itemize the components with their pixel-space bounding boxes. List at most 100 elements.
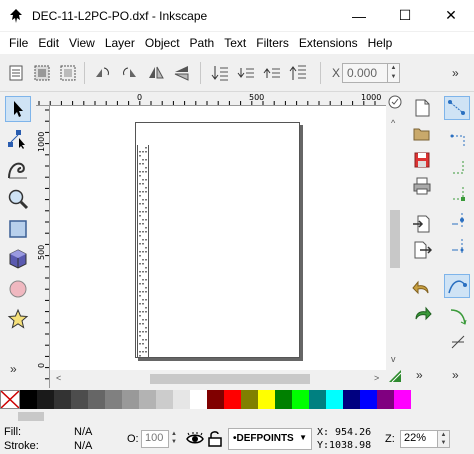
current-layer-dropdown[interactable]: •DEFPOINTS ▼ (228, 428, 312, 450)
color-swatch[interactable] (37, 390, 54, 409)
lower-icon[interactable] (236, 63, 256, 83)
color-swatch[interactable] (71, 390, 88, 409)
no-paint-swatch[interactable] (0, 390, 20, 409)
snap-toggle-button[interactable] (444, 96, 470, 120)
unlocked-padlock-icon[interactable] (208, 430, 222, 447)
color-swatch[interactable] (139, 390, 156, 409)
opacity-input[interactable]: 100 (141, 430, 169, 448)
color-swatch[interactable] (88, 390, 105, 409)
menu-extensions[interactable]: Extensions (294, 36, 363, 50)
document-page[interactable] (135, 122, 300, 358)
lower-to-bottom-icon[interactable] (210, 63, 230, 83)
color-swatch[interactable] (241, 390, 258, 409)
menu-text[interactable]: Text (219, 36, 251, 50)
color-swatch[interactable] (190, 390, 207, 409)
color-swatch[interactable] (258, 390, 275, 409)
color-swatch[interactable] (156, 390, 173, 409)
maximize-button[interactable]: ☐ (382, 0, 428, 31)
menu-edit[interactable]: Edit (33, 36, 64, 50)
close-button[interactable]: ✕ (428, 0, 474, 31)
new-document-icon[interactable] (412, 98, 432, 118)
rotate-ccw-icon[interactable] (92, 63, 112, 83)
undo-icon[interactable] (412, 278, 432, 298)
color-swatch[interactable] (377, 390, 394, 409)
menu-layer[interactable]: Layer (100, 36, 140, 50)
vertical-scroll-thumb[interactable] (390, 210, 400, 268)
menu-help[interactable]: Help (363, 36, 398, 50)
toolbar-overflow-button[interactable]: » (452, 66, 459, 80)
menu-path[interactable]: Path (185, 36, 220, 50)
opacity-spinner[interactable]: ▲ ▼ (171, 430, 177, 446)
horizontal-scroll-thumb[interactable] (150, 374, 310, 384)
minimize-button[interactable]: — (336, 0, 382, 31)
snap-bbox-corners-icon[interactable] (448, 184, 468, 204)
snap-paths-icon[interactable] (448, 306, 468, 326)
scroll-up-icon[interactable]: ^ (391, 118, 395, 128)
3d-box-tool[interactable] (5, 246, 31, 272)
snap-nodes-button[interactable] (444, 274, 470, 298)
eye-icon[interactable] (186, 431, 204, 447)
zoom-tool[interactable] (5, 186, 31, 212)
color-swatch[interactable] (394, 390, 411, 409)
color-swatch[interactable] (292, 390, 309, 409)
vertical-scrollbar[interactable]: ^ v (386, 92, 404, 388)
color-swatch[interactable] (224, 390, 241, 409)
import-icon[interactable] (412, 214, 432, 234)
save-icon[interactable] (412, 150, 432, 170)
select-all-layers-icon[interactable] (32, 63, 52, 83)
snap-bbox-icon[interactable] (448, 132, 468, 152)
palette-scrollbar[interactable] (0, 409, 474, 423)
color-swatch[interactable] (326, 390, 343, 409)
palette-scroll-thumb[interactable] (18, 412, 44, 421)
rotate-cw-icon[interactable] (120, 63, 140, 83)
snap-overflow-button[interactable]: » (452, 368, 459, 382)
scroll-left-icon[interactable]: < (56, 373, 61, 383)
color-swatch[interactable] (122, 390, 139, 409)
node-tool[interactable] (5, 126, 31, 152)
open-folder-icon[interactable] (412, 124, 432, 144)
zoom-correction-icon[interactable] (387, 94, 403, 110)
zoom-spinner[interactable]: ▲ ▼ (438, 430, 450, 448)
snap-path-intersections-icon[interactable] (448, 332, 468, 352)
print-icon[interactable] (412, 176, 432, 196)
selector-tool[interactable] (5, 96, 31, 122)
ellipse-tool[interactable] (5, 276, 31, 302)
redo-icon[interactable] (412, 304, 432, 324)
color-swatch[interactable] (360, 390, 377, 409)
deselect-icon[interactable] (58, 63, 78, 83)
menu-filters[interactable]: Filters (251, 36, 294, 50)
export-icon[interactable] (412, 240, 432, 260)
color-swatch[interactable] (207, 390, 224, 409)
color-swatch[interactable] (105, 390, 122, 409)
color-management-icon[interactable] (387, 368, 403, 384)
select-all-icon[interactable] (6, 63, 26, 83)
x-coordinate-spinner[interactable]: ▲ ▼ (388, 63, 400, 83)
snap-bbox-centers-icon[interactable] (448, 236, 468, 256)
flip-horizontal-icon[interactable] (146, 63, 166, 83)
raise-to-top-icon[interactable] (288, 63, 308, 83)
color-swatch[interactable] (309, 390, 326, 409)
flip-vertical-icon[interactable] (172, 63, 192, 83)
drawing-strip[interactable] (137, 145, 149, 358)
toolbox-overflow-button[interactable]: » (10, 362, 17, 376)
x-coordinate-input[interactable]: 0.000 (342, 63, 388, 83)
color-swatch[interactable] (20, 390, 37, 409)
canvas-area[interactable]: 0 500 1000 1000 500 0 < > (36, 92, 386, 388)
menu-file[interactable]: File (4, 36, 33, 50)
color-swatch[interactable] (54, 390, 71, 409)
menu-object[interactable]: Object (140, 36, 185, 50)
raise-icon[interactable] (262, 63, 282, 83)
color-swatch[interactable] (343, 390, 360, 409)
tweak-tool[interactable] (5, 156, 31, 182)
snap-bbox-edges-icon[interactable] (448, 158, 468, 178)
zoom-input[interactable]: 22% (400, 430, 438, 448)
snap-bbox-midpoints-icon[interactable] (448, 210, 468, 230)
horizontal-scrollbar[interactable]: < > (50, 370, 386, 388)
color-swatch[interactable] (275, 390, 292, 409)
color-swatch[interactable] (173, 390, 190, 409)
scroll-right-icon[interactable]: > (374, 373, 379, 383)
commands-overflow-button[interactable]: » (416, 368, 423, 382)
rectangle-tool[interactable] (5, 216, 31, 242)
scroll-down-icon[interactable]: v (391, 354, 396, 364)
star-tool[interactable] (5, 306, 31, 332)
